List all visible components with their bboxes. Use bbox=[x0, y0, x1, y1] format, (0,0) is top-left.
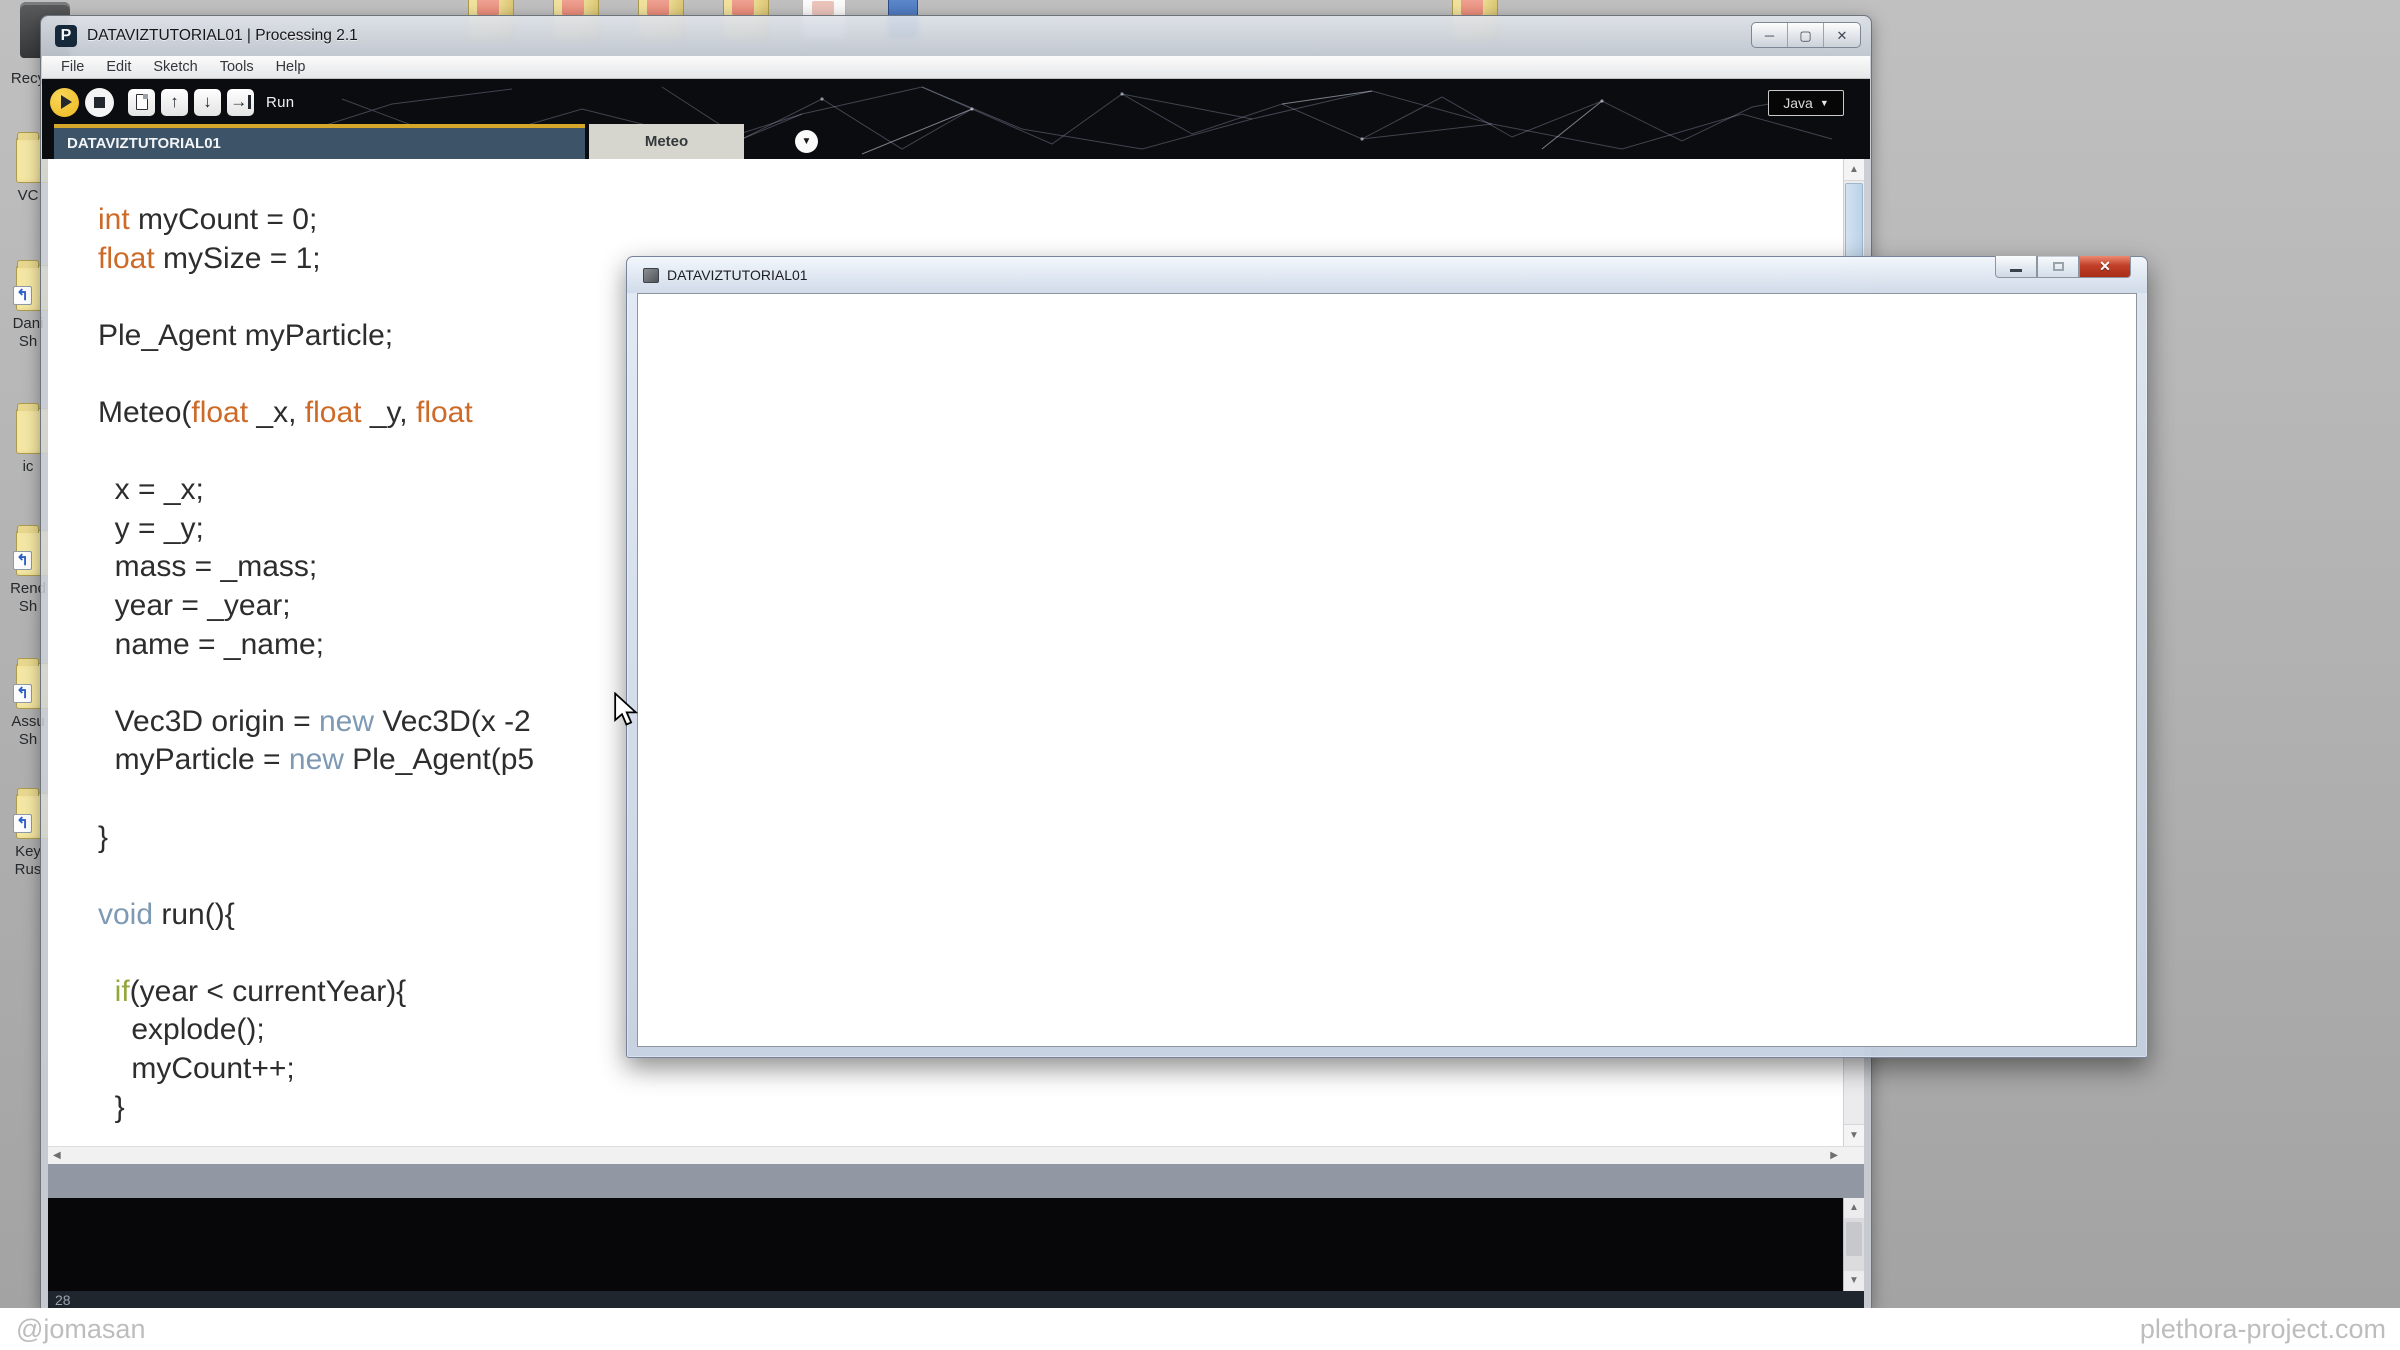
save-sketch-button[interactable]: ↓ bbox=[194, 88, 221, 116]
menu-item-sketch[interactable]: Sketch bbox=[142, 59, 208, 75]
ide-toolbar: ↑ ↓ → Run bbox=[42, 79, 1870, 125]
ide-window-controls: ─ ▢ ✕ bbox=[1751, 22, 1861, 48]
new-sketch-button[interactable] bbox=[128, 88, 155, 116]
arrow-down-icon: ↓ bbox=[203, 92, 212, 111]
stop-icon bbox=[94, 96, 105, 108]
mode-label: Java bbox=[1783, 95, 1813, 111]
close-button[interactable]: ✕ bbox=[2079, 256, 2131, 278]
run-status-label: Run bbox=[266, 93, 295, 111]
mode-selector-java[interactable]: Java ▼ bbox=[1768, 90, 1844, 116]
console-area: ▲ ▼ bbox=[48, 1198, 1864, 1291]
export-icon: → bbox=[230, 92, 251, 112]
scroll-up-arrow-icon[interactable]: ▲ bbox=[1844, 159, 1864, 181]
scroll-down-arrow-icon[interactable]: ▼ bbox=[1844, 1124, 1864, 1146]
maximize-icon bbox=[2052, 262, 2064, 271]
shortcut-arrow-icon: ↰ bbox=[13, 551, 32, 570]
scroll-left-arrow-icon[interactable]: ◀ bbox=[53, 1150, 61, 1161]
tab-menu-button[interactable]: ▼ bbox=[795, 130, 818, 153]
scroll-up-arrow-icon[interactable]: ▲ bbox=[1844, 1198, 1864, 1218]
maximize-button bbox=[2037, 256, 2079, 278]
code-line[interactable]: int myCount = 0; bbox=[98, 201, 1843, 240]
close-button[interactable]: ✕ bbox=[1824, 23, 1860, 47]
ide-window-title: DATAVIZTUTORIAL01 | Processing 2.1 bbox=[87, 27, 358, 44]
run-button[interactable] bbox=[50, 87, 79, 117]
sketch-app-icon bbox=[643, 267, 659, 283]
shortcut-arrow-icon: ↰ bbox=[13, 286, 32, 305]
ide-menu-bar: File Edit Sketch Tools Help bbox=[42, 56, 1870, 79]
sketch-title-bar[interactable]: DATAVIZTUTORIAL01 ✕ bbox=[627, 256, 2147, 293]
watermark-right: plethora-project.com bbox=[2139, 1314, 2386, 1344]
console-scrollbar[interactable]: ▲ ▼ bbox=[1843, 1198, 1864, 1291]
ide-title-bar[interactable]: P DATAVIZTUTORIAL01 | Processing 2.1 ─ ▢… bbox=[41, 16, 1871, 56]
shortcut-arrow-icon: ↰ bbox=[13, 814, 32, 833]
processing-logo-icon: P bbox=[55, 25, 77, 47]
maximize-button[interactable]: ▢ bbox=[1788, 23, 1824, 47]
desktop: Recy VC ↰ Dani Sh ic ↰ Rend Sh ↰ Assu Sh ↰ Key Rus… bbox=[0, 0, 2400, 1350]
scroll-right-arrow-icon[interactable]: ▶ bbox=[1830, 1150, 1838, 1161]
menu-item-tools[interactable]: Tools bbox=[209, 59, 265, 75]
menu-item-edit[interactable]: Edit bbox=[95, 59, 142, 75]
watermark-bar: @jomasan plethora-project.com bbox=[0, 1308, 2400, 1350]
minimize-icon bbox=[2010, 269, 2022, 272]
mouse-cursor bbox=[614, 692, 639, 726]
sketch-window-title: DATAVIZTUTORIAL01 bbox=[667, 267, 808, 283]
message-area bbox=[48, 1164, 1864, 1198]
arrow-up-icon: ↑ bbox=[170, 92, 179, 111]
tab-meteo[interactable]: Meteo bbox=[589, 124, 744, 159]
scrollbar-thumb[interactable] bbox=[1846, 1222, 1862, 1256]
chevron-down-icon: ▼ bbox=[1819, 98, 1829, 108]
code-line[interactable]: } bbox=[98, 1089, 1843, 1128]
status-line-number: 28 bbox=[48, 1291, 1864, 1309]
open-sketch-button[interactable]: ↑ bbox=[161, 88, 188, 116]
ide-tab-bar: DATAVIZTUTORIAL01 Meteo bbox=[54, 124, 744, 159]
chevron-down-icon: ▼ bbox=[801, 136, 812, 147]
scroll-down-arrow-icon[interactable]: ▼ bbox=[1844, 1271, 1864, 1291]
sketch-canvas[interactable] bbox=[637, 293, 2137, 1047]
minimize-button[interactable]: ─ bbox=[1752, 23, 1788, 47]
shortcut-arrow-icon: ↰ bbox=[13, 684, 32, 703]
document-icon bbox=[135, 94, 148, 110]
tab-dataviztutorial01[interactable]: DATAVIZTUTORIAL01 bbox=[54, 124, 585, 159]
play-icon bbox=[60, 95, 72, 109]
stop-button[interactable] bbox=[85, 87, 114, 117]
minimize-button[interactable] bbox=[1995, 256, 2037, 278]
menu-item-file[interactable]: File bbox=[50, 59, 95, 75]
export-button[interactable]: → bbox=[227, 88, 254, 116]
ide-toolbar-strip: ↑ ↓ → Run Java ▼ DATAVIZTUTORIAL01 Meteo … bbox=[42, 79, 1870, 159]
editor-horizontal-scrollbar[interactable]: ◀ ▶ bbox=[48, 1146, 1864, 1164]
watermark-left: @jomasan bbox=[16, 1314, 146, 1344]
sketch-window-controls: ✕ bbox=[1995, 256, 2131, 278]
sketch-output-window: DATAVIZTUTORIAL01 ✕ bbox=[626, 256, 2148, 1058]
menu-item-help[interactable]: Help bbox=[265, 59, 317, 75]
